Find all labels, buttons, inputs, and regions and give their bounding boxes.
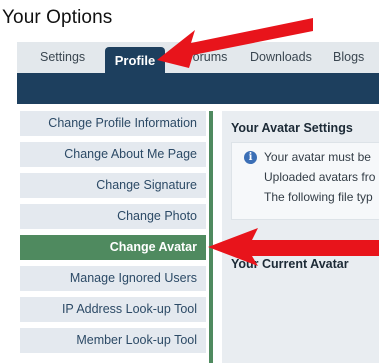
sub-navigation-bar bbox=[17, 73, 379, 104]
avatar-settings-heading: Your Avatar Settings bbox=[231, 121, 353, 135]
page-title: Your Options bbox=[2, 7, 113, 28]
sidebar-item-change-avatar[interactable]: Change Avatar bbox=[20, 235, 206, 260]
avatar-notice-box: i Your avatar must be Uploaded avatars f… bbox=[231, 142, 379, 220]
notice-line: Uploaded avatars fro bbox=[264, 170, 376, 184]
sidebar-item-ip-address-lookup-tool[interactable]: IP Address Look-up Tool bbox=[20, 297, 206, 322]
tab-blogs[interactable]: Blogs bbox=[333, 42, 364, 73]
red-arrow-icon bbox=[208, 228, 379, 266]
sidebar-item-change-profile-information[interactable]: Change Profile Information bbox=[20, 111, 206, 136]
tab-settings[interactable]: Settings bbox=[40, 42, 85, 73]
sidebar-item-change-photo[interactable]: Change Photo bbox=[20, 204, 206, 229]
sidebar-item-member-lookup-tool[interactable]: Member Look-up Tool bbox=[20, 328, 206, 353]
notice-line: Your avatar must be bbox=[264, 150, 371, 164]
sidebar-item-change-about-me-page[interactable]: Change About Me Page bbox=[20, 142, 206, 167]
notice-line: The following file typ bbox=[264, 190, 373, 204]
info-icon: i bbox=[244, 151, 257, 164]
sidebar-item-change-signature[interactable]: Change Signature bbox=[20, 173, 206, 198]
sidebar-item-manage-ignored-users[interactable]: Manage Ignored Users bbox=[20, 266, 206, 291]
red-arrow-icon bbox=[157, 18, 313, 68]
